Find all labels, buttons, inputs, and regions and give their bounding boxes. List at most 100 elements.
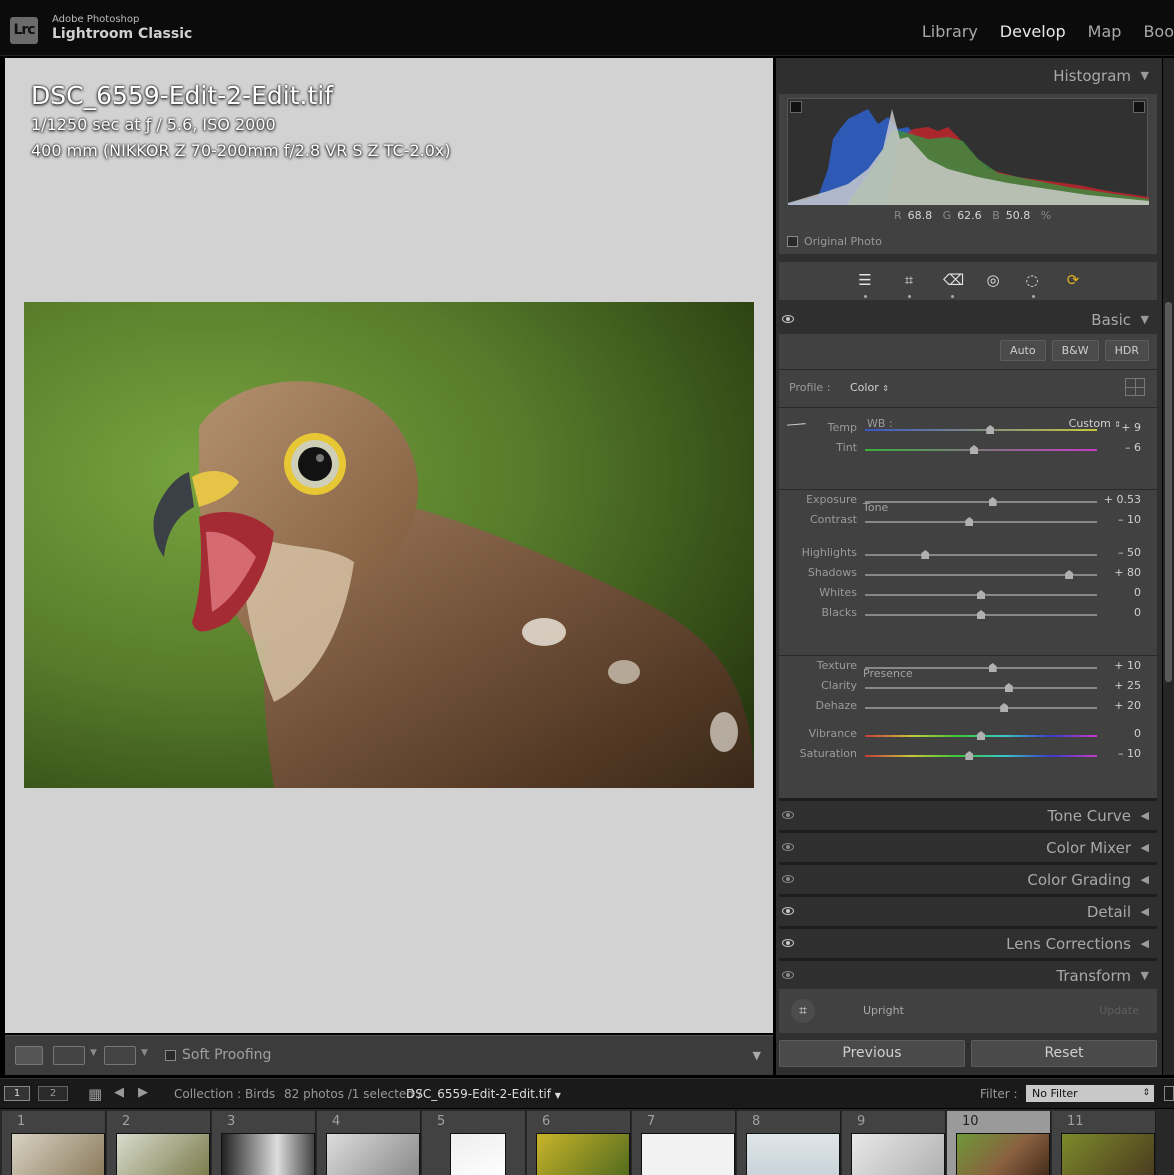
tone-curve-header[interactable]: Tone Curve ◀ — [779, 802, 1157, 830]
thumbnail[interactable] — [116, 1133, 210, 1175]
visibility-eye-icon[interactable] — [782, 875, 794, 883]
highlights-value[interactable]: – 50 — [1093, 546, 1141, 559]
exposure-slider[interactable] — [865, 501, 1097, 503]
thumbnail[interactable] — [956, 1133, 1050, 1175]
chevron-down-icon[interactable]: ▼ — [141, 1048, 148, 1058]
lens-corrections-header[interactable]: Lens Corrections ◀ — [779, 930, 1157, 958]
thumbnail[interactable] — [851, 1133, 945, 1175]
highlights-slider[interactable] — [865, 554, 1097, 556]
eraser-icon[interactable]: ⌫ — [943, 271, 964, 289]
module-develop[interactable]: Develop — [1000, 22, 1066, 41]
loupe-view-button[interactable] — [15, 1046, 43, 1065]
profile-select[interactable]: Color ⇕ — [850, 381, 889, 394]
main-screen-button[interactable]: 1 — [4, 1086, 30, 1101]
visibility-eye-icon[interactable] — [782, 843, 794, 851]
transform-header[interactable]: Transform ▼ — [779, 962, 1157, 990]
detail-header[interactable]: Detail ◀ — [779, 898, 1157, 926]
visibility-eye-icon[interactable] — [782, 907, 794, 915]
vibrance-value[interactable]: 0 — [1093, 727, 1141, 740]
temp-slider-handle[interactable] — [986, 425, 995, 434]
module-book[interactable]: Boo — [1143, 22, 1174, 41]
crop-icon[interactable]: ⌗ — [900, 271, 918, 289]
filmstrip-cell[interactable]: 9 — [842, 1111, 946, 1175]
auto-button[interactable]: Auto — [1000, 340, 1046, 361]
filmstrip-cell[interactable]: 8 — [737, 1111, 841, 1175]
profile-browser-grid-icon[interactable] — [1125, 378, 1145, 396]
filmstrip-cell[interactable]: 6 — [527, 1111, 631, 1175]
grid-icon[interactable]: ▦ — [88, 1085, 102, 1103]
dehaze-slider[interactable] — [865, 707, 1097, 709]
contrast-slider[interactable] — [865, 521, 1097, 523]
saturation-slider[interactable] — [865, 755, 1097, 757]
vibrance-slider-handle[interactable] — [977, 731, 985, 740]
filmstrip-cell[interactable]: 11 — [1052, 1111, 1156, 1175]
saturation-value[interactable]: – 10 — [1093, 747, 1141, 760]
shadows-slider[interactable] — [865, 574, 1097, 576]
thumbnail[interactable] — [326, 1133, 420, 1175]
thumbnail[interactable] — [450, 1133, 506, 1175]
thumbnail[interactable] — [536, 1133, 630, 1175]
current-file-label[interactable]: DSC_6559-Edit-2-Edit.tif ▼ — [406, 1087, 561, 1101]
visibility-eye-icon[interactable] — [782, 939, 794, 947]
contrast-slider-handle[interactable] — [965, 517, 974, 526]
whites-slider-handle[interactable] — [977, 590, 985, 599]
filmstrip-cell[interactable]: 2 — [107, 1111, 211, 1175]
before-after-lr-button[interactable] — [53, 1046, 85, 1065]
filmstrip-cell[interactable]: 3 — [212, 1111, 316, 1175]
filmstrip-cell[interactable]: 7 — [632, 1111, 736, 1175]
back-arrow-icon[interactable]: ◀ — [114, 1085, 124, 1100]
transform-crop-icon[interactable]: ⌗ — [791, 999, 815, 1023]
texture-slider[interactable] — [865, 667, 1097, 669]
dehaze-value[interactable]: + 20 — [1093, 699, 1141, 712]
texture-slider-handle[interactable] — [988, 663, 997, 672]
edit-sliders-icon[interactable]: ☰ — [856, 271, 874, 289]
filter-select[interactable]: No Filter ⇕ — [1026, 1085, 1154, 1102]
masking-icon[interactable]: ◌ — [1023, 271, 1041, 289]
whites-value[interactable]: 0 — [1093, 586, 1141, 599]
clarity-slider-handle[interactable] — [1004, 683, 1013, 692]
filmstrip-cell-selected[interactable]: 10 — [947, 1111, 1051, 1175]
thumbnail[interactable] — [221, 1133, 315, 1175]
filmstrip-cell[interactable]: 1 — [2, 1111, 106, 1175]
tint-slider-handle[interactable] — [970, 445, 979, 454]
filmstrip-cell[interactable]: 5 — [422, 1111, 526, 1175]
original-photo-toggle[interactable]: Original Photo — [787, 235, 882, 248]
scrollbar-thumb[interactable] — [1165, 302, 1172, 682]
red-eye-icon[interactable]: ◎ — [984, 271, 1002, 289]
exposure-value[interactable]: + 0.53 — [1093, 493, 1141, 506]
before-after-tb-button[interactable] — [104, 1046, 136, 1065]
clarity-slider[interactable] — [865, 687, 1097, 689]
sync-icon[interactable]: ⟳ — [1064, 271, 1082, 289]
visibility-eye-icon[interactable] — [782, 971, 794, 979]
basic-header[interactable]: Basic ▼ — [779, 306, 1157, 334]
update-button[interactable]: Update — [1099, 1004, 1139, 1017]
exposure-slider-handle[interactable] — [988, 497, 997, 506]
filmstrip-cell[interactable]: 4 — [317, 1111, 421, 1175]
hawk-photo[interactable] — [24, 302, 754, 788]
thumbnail[interactable] — [746, 1133, 840, 1175]
thumbnail[interactable] — [1061, 1133, 1155, 1175]
second-screen-button[interactable]: 2 — [38, 1086, 68, 1101]
shadows-value[interactable]: + 80 — [1093, 566, 1141, 579]
thumbnail[interactable] — [641, 1133, 735, 1175]
contrast-value[interactable]: – 10 — [1093, 513, 1141, 526]
soft-proofing-checkbox[interactable] — [165, 1049, 176, 1061]
clarity-value[interactable]: + 25 — [1093, 679, 1141, 692]
tint-slider[interactable] — [865, 449, 1097, 451]
histogram-header[interactable]: Histogram ▼ — [779, 62, 1157, 90]
module-library[interactable]: Library — [922, 22, 978, 41]
highlight-clipping-indicator[interactable] — [1133, 101, 1145, 113]
visibility-eye-icon[interactable] — [782, 315, 794, 323]
shadow-clipping-indicator[interactable] — [790, 101, 802, 113]
color-grading-header[interactable]: Color Grading ◀ — [779, 866, 1157, 894]
soft-proofing-toggle[interactable]: Soft Proofing — [165, 1047, 271, 1063]
previous-button[interactable]: Previous — [779, 1040, 965, 1067]
chevron-down-icon[interactable]: ▼ — [90, 1048, 97, 1058]
saturation-slider-handle[interactable] — [965, 751, 974, 760]
tint-value[interactable]: – 6 — [1093, 441, 1141, 454]
histogram-graph[interactable] — [787, 98, 1149, 205]
visibility-eye-icon[interactable] — [782, 811, 794, 819]
loupe-view[interactable]: DSC_6559-Edit-2-Edit.tif 1/1250 sec at ƒ… — [5, 58, 773, 1033]
panel-scrollbar[interactable] — [1163, 58, 1174, 1075]
hdr-button[interactable]: HDR — [1104, 340, 1149, 361]
